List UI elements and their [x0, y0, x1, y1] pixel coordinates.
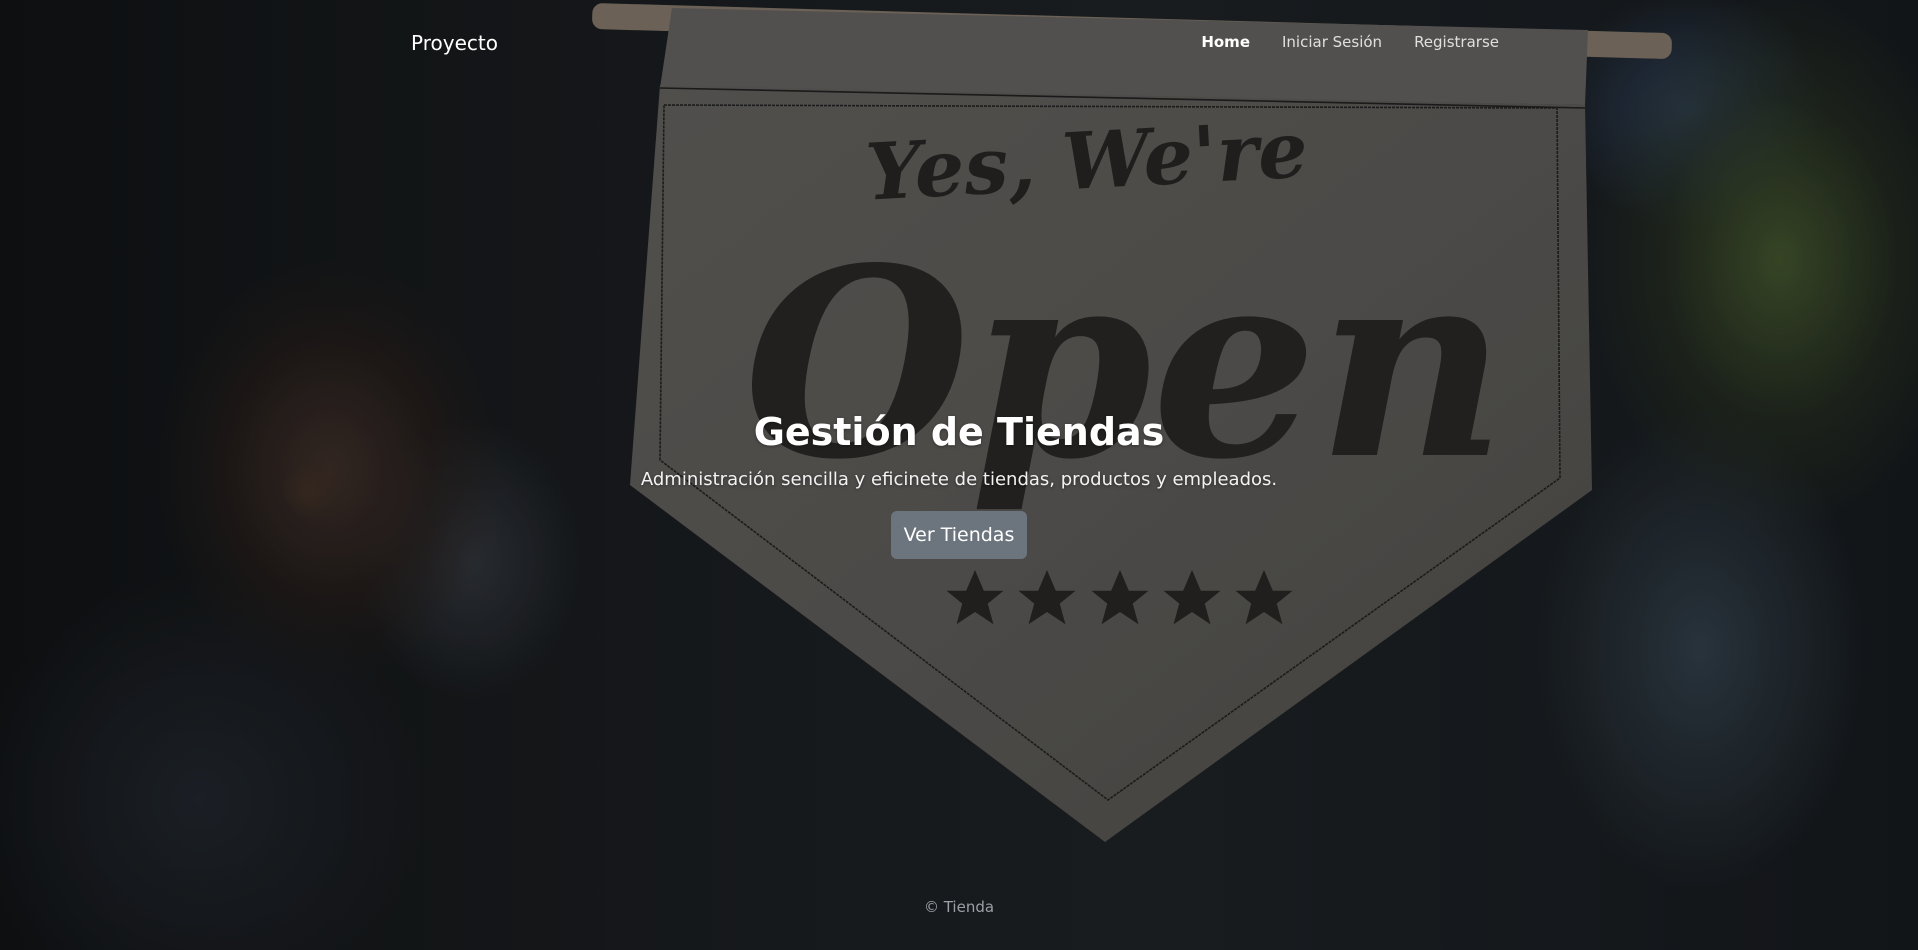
navbar: Proyecto Home Iniciar Sesión Registrarse	[0, 0, 1918, 86]
hero-title: Gestión de Tiendas	[753, 410, 1165, 454]
view-stores-button[interactable]: Ver Tiendas	[891, 511, 1027, 559]
footer-copyright: © Tienda	[923, 898, 995, 916]
nav-link-register[interactable]: Registrarse	[1398, 31, 1499, 53]
landing-page: Yes, We're Open Proyecto Home Iniciar Se…	[0, 0, 1918, 950]
nav-links: Home Iniciar Sesión Registrarse	[1185, 31, 1499, 53]
nav-link-login[interactable]: Iniciar Sesión	[1266, 31, 1398, 53]
nav-link-home[interactable]: Home	[1185, 31, 1266, 53]
navbar-brand[interactable]: Proyecto	[411, 31, 498, 55]
hero-subtitle: Administración sencilla y eficinete de t…	[640, 469, 1278, 490]
